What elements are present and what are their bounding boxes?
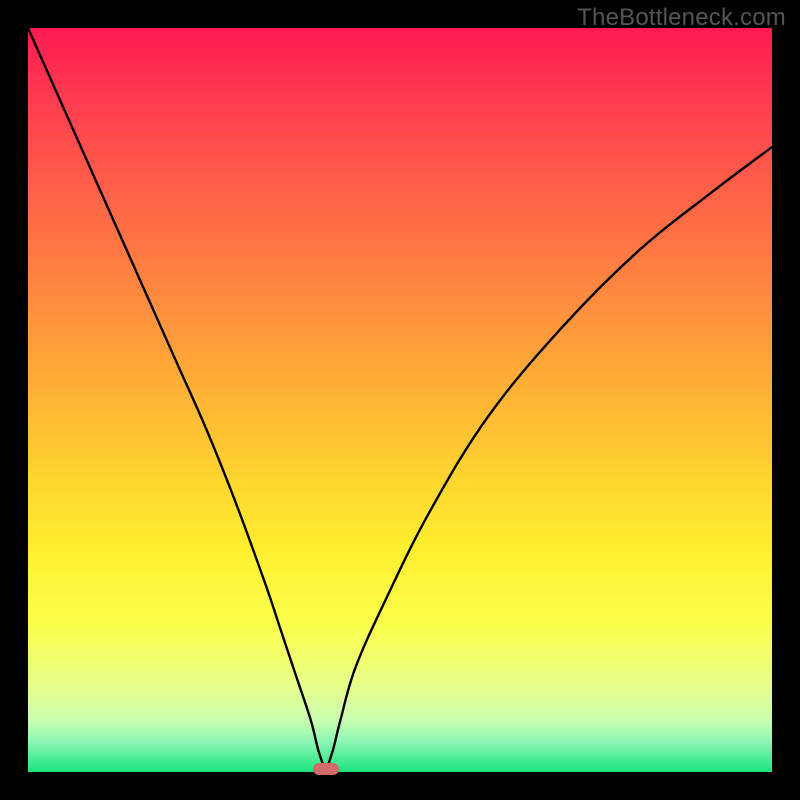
watermark-text: TheBottleneck.com xyxy=(577,4,786,32)
plot-area xyxy=(28,28,772,772)
chart-container: TheBottleneck.com xyxy=(0,0,800,800)
curve-path xyxy=(28,28,772,772)
optimum-marker xyxy=(313,763,339,775)
bottleneck-curve xyxy=(28,28,772,772)
